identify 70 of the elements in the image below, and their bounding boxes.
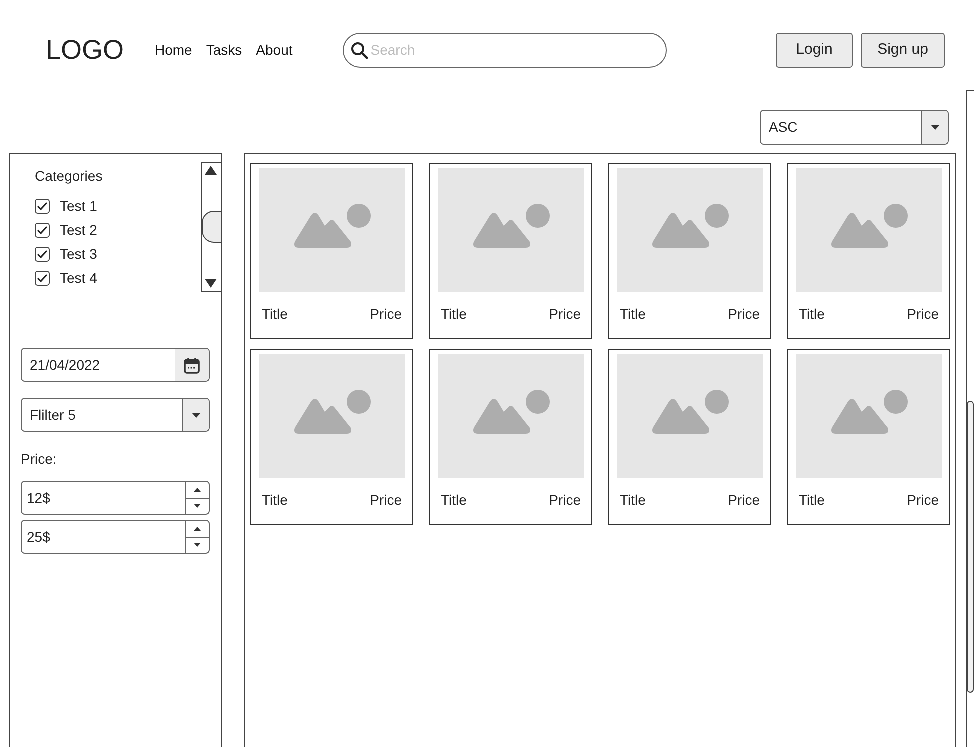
product-card[interactable]: Title Price [787,349,950,525]
caret-icon [192,412,200,418]
number-field[interactable]: 25$ [21,520,210,554]
signup-button[interactable]: Sign up [861,32,945,68]
product-title: Title [441,305,467,324]
scrollbar-thumb[interactable] [967,401,974,693]
list-scrollbar[interactable] [201,162,221,292]
product-title: Title [799,491,825,510]
date-field[interactable]: 21/04/2022 [21,348,210,382]
product-title: Title [620,491,646,510]
product-title: Title [262,491,288,510]
product-card[interactable]: Title Price [250,349,413,525]
price-label: Price: [21,450,58,469]
product-card[interactable]: Title Price [429,163,592,339]
checkbox-label: Test 3 [60,244,98,264]
product-card[interactable]: Title Price [787,163,950,339]
product-price: Price [549,305,581,324]
product-price: Price [370,305,402,324]
image-placeholder-icon [617,354,763,478]
down-arrow-icon[interactable] [194,543,201,548]
up-arrow-icon[interactable] [194,488,201,492]
down-arrow-icon[interactable] [194,504,201,508]
checkbox-label: Test 2 [60,220,98,240]
checkbox[interactable] [35,246,50,262]
checkbox[interactable] [35,222,50,238]
search-icon [350,42,368,58]
product-card[interactable]: Title Price [608,163,771,339]
search-field[interactable]: Search [342,32,667,68]
product-price: Price [907,305,939,324]
image-placeholder-icon [438,354,584,478]
check-icon [37,202,48,210]
caret-icon [930,125,940,130]
logo[interactable]: LOGO [46,36,155,64]
checkbox[interactable] [35,270,50,286]
product-card[interactable]: Title Price [608,349,771,525]
image-placeholder-icon [796,354,942,478]
product-price: Price [907,491,939,510]
image-placeholder-icon [438,168,584,292]
product-price: Price [549,491,581,510]
product-price: Price [370,491,402,510]
product-title: Title [799,305,825,324]
nav-link[interactable]: About [256,40,293,60]
image-placeholder-icon [617,168,763,292]
image-placeholder-icon [796,168,942,292]
check-icon [37,274,48,282]
up-arrow-icon[interactable] [194,526,201,531]
product-card[interactable]: Title Price [429,349,592,525]
filter-dropdown[interactable]: Flilter 5 [21,398,210,432]
image-placeholder-icon [259,168,405,292]
list-heading: Categories [35,167,104,186]
scrollbar-thumb[interactable] [202,211,221,243]
product-title: Title [441,491,467,510]
nav-link[interactable]: Tasks [206,40,242,60]
product-title: Title [620,305,646,324]
checkbox-label: Test 4 [60,268,98,288]
check-icon [37,250,48,258]
product-price: Price [728,305,760,324]
check-icon [37,226,48,234]
product-title: Title [262,305,288,324]
sort-dropdown[interactable]: ASC [760,110,949,145]
image-placeholder-icon [259,354,405,478]
number-field[interactable]: 12$ [21,481,210,515]
page-scrollbar[interactable] [966,90,974,747]
nav-link[interactable]: Home [155,40,192,60]
product-card[interactable]: Title Price [250,163,413,339]
product-price: Price [728,491,760,510]
checkbox-label: Test 1 [60,196,98,216]
calendar-icon[interactable] [184,356,200,374]
checkbox[interactable] [35,198,50,214]
login-button[interactable]: Login [776,32,853,68]
